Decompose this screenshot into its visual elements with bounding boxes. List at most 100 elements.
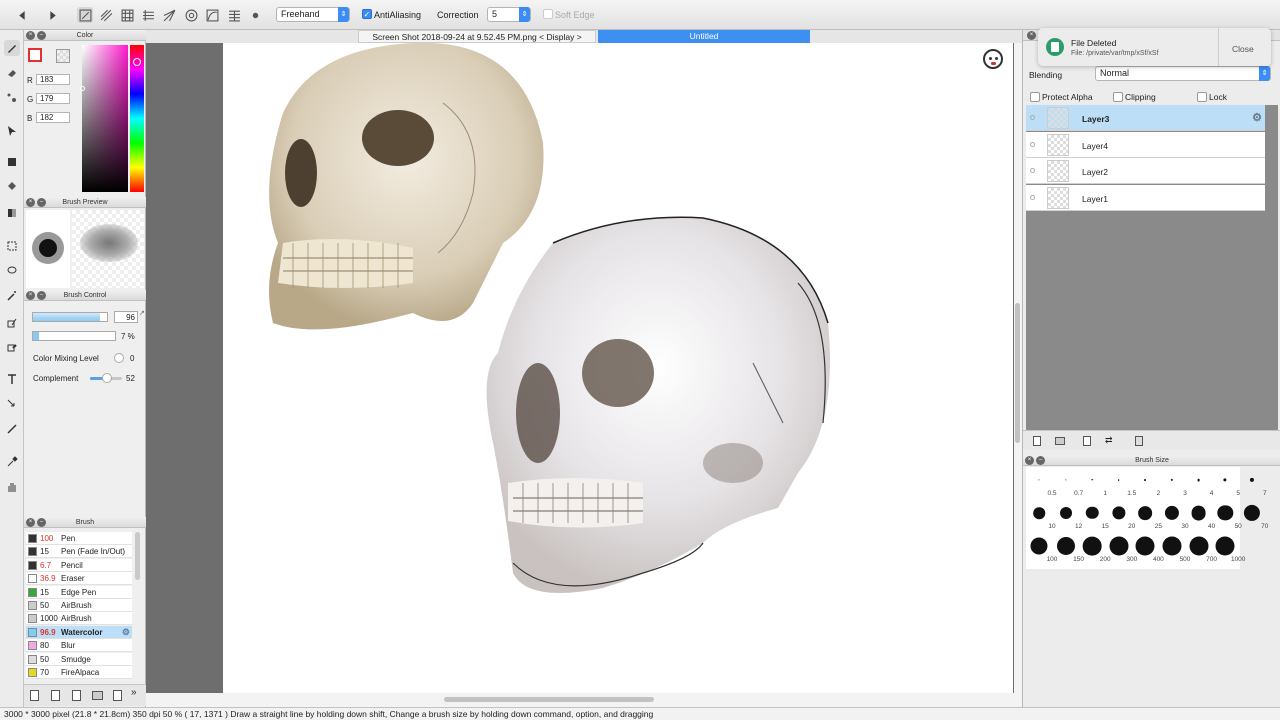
brush-item[interactable]: 70 FireAlpaca (26, 666, 132, 679)
divide-tool-icon[interactable] (4, 421, 20, 437)
brush-size-option[interactable]: 7 (1239, 467, 1267, 498)
transparent-color-swatch[interactable] (56, 49, 70, 63)
complement-slider-handle[interactable] (102, 373, 112, 383)
new-layer-icon[interactable] (1033, 436, 1041, 446)
gradient-tool-icon[interactable] (4, 205, 20, 221)
layer-settings-icon[interactable]: ⚙ (1252, 111, 1262, 124)
brush-tool-icon[interactable] (4, 40, 20, 56)
export-brush-icon[interactable] (113, 690, 122, 701)
minimize-icon[interactable]: – (37, 31, 46, 40)
close-icon[interactable]: × (1025, 456, 1034, 465)
primary-color-swatch[interactable] (28, 48, 42, 62)
canvas-vertical-scrollbar[interactable] (1014, 43, 1022, 693)
brush-size-option[interactable]: 12 (1053, 500, 1082, 531)
new-folder-icon[interactable] (1055, 437, 1065, 445)
undo-icon[interactable] (14, 7, 30, 23)
snap-settings-icon[interactable] (247, 7, 263, 23)
operation-tool-icon[interactable] (4, 396, 20, 412)
hand-tool-icon[interactable] (4, 479, 20, 495)
brush-size-option[interactable]: 1 (1079, 467, 1107, 498)
brush-size-option[interactable]: 150 (1053, 533, 1084, 564)
brush-size-value[interactable]: 96 (114, 311, 138, 323)
visibility-icon[interactable] (1030, 141, 1035, 147)
minimize-icon[interactable]: – (37, 291, 46, 300)
select-tool-icon[interactable] (4, 238, 20, 254)
canvas-area[interactable] (146, 43, 1022, 693)
brush-size-option[interactable]: 100 (1026, 533, 1057, 564)
brush-size-option[interactable]: 20 (1106, 500, 1135, 531)
brush-opacity-slider[interactable] (32, 331, 116, 341)
layer-row[interactable]: Layer4 (1026, 131, 1265, 158)
tab-untitled[interactable]: Untitled (598, 30, 810, 43)
soft-edge-checkbox[interactable] (543, 9, 553, 19)
visibility-icon[interactable] (1030, 115, 1035, 120)
close-icon[interactable]: × (26, 291, 35, 300)
brush-size-option[interactable]: 500 (1159, 533, 1190, 564)
brush-item[interactable]: 50 AirBrush (26, 599, 132, 612)
brush-size-option[interactable]: 70 (1239, 500, 1268, 531)
brush-size-slider[interactable] (32, 312, 108, 322)
brush-item[interactable]: 80 Blur (26, 639, 132, 653)
b-value-field[interactable]: 182 (36, 112, 70, 123)
blending-mode-select[interactable]: Normal ⇕ (1095, 66, 1271, 81)
parallel-snap-icon[interactable] (98, 7, 114, 23)
select-eraser-tool-icon[interactable] (4, 339, 20, 355)
brush-item[interactable]: 15 Edge Pen (26, 585, 132, 599)
brush-size-option[interactable]: 10 (1026, 500, 1056, 531)
brush-size-option[interactable]: 0.7 (1053, 467, 1083, 498)
brush-size-option[interactable]: 400 (1132, 533, 1164, 564)
brush-size-option[interactable]: 30 (1159, 500, 1189, 531)
fill-rect-tool-icon[interactable] (4, 154, 20, 170)
close-icon[interactable]: × (1027, 31, 1036, 40)
brush-item[interactable]: 50 Smudge (26, 652, 132, 666)
visibility-icon[interactable] (1030, 195, 1035, 201)
brush-size-option[interactable]: 0.5 (1026, 467, 1057, 498)
brush-folder-icon[interactable] (92, 691, 103, 700)
brush-item[interactable]: 96.9 Watercolor ⚙ (26, 625, 132, 639)
layer-row[interactable]: Layer3 ⚙ (1026, 105, 1265, 131)
hue-slider-handle[interactable] (133, 58, 141, 66)
crisscross-snap-icon[interactable] (140, 7, 156, 23)
circle-snap-icon[interactable] (183, 7, 199, 23)
drawing-canvas[interactable] (223, 43, 1013, 693)
brush-item[interactable]: 15 Pen (Fade In/Out) (26, 545, 132, 559)
new-brush-icon[interactable] (30, 690, 39, 701)
brush-size-option[interactable]: 40 (1186, 500, 1215, 531)
brush-item[interactable]: 36.9 Eraser (26, 572, 132, 586)
duplicate-brush-icon[interactable] (72, 690, 81, 701)
brush-item[interactable]: 1000 AirBrush (26, 612, 132, 626)
radial-snap-icon[interactable] (161, 7, 177, 23)
edit-brush-icon[interactable] (51, 690, 60, 701)
dot-tool-icon[interactable] (4, 90, 20, 106)
notification-close-button[interactable]: Close (1232, 44, 1254, 54)
brush-size-option[interactable]: 50 (1212, 500, 1242, 531)
close-icon[interactable]: × (26, 31, 35, 40)
layer-row[interactable]: Layer1 (1026, 185, 1265, 212)
select-pen-tool-icon[interactable] (4, 315, 20, 331)
brush-size-option[interactable]: 3 (1159, 467, 1187, 498)
perspective-snap-icon[interactable] (226, 7, 242, 23)
g-value-field[interactable]: 179 (36, 93, 70, 104)
saturation-value-picker[interactable] (82, 45, 128, 192)
brush-size-option[interactable]: 1000 (1212, 533, 1245, 564)
lock-checkbox[interactable] (1197, 92, 1207, 102)
move-tool-icon[interactable] (4, 123, 20, 139)
brush-list-scrollbar[interactable] (135, 532, 140, 580)
canvas-horizontal-scrollbar[interactable] (146, 693, 1022, 707)
grid-snap-icon[interactable] (119, 7, 135, 23)
file-deleted-notification[interactable]: File Deleted File: /private/var/tmp/xSf/… (1038, 28, 1271, 66)
close-icon[interactable]: × (26, 198, 35, 207)
magic-wand-tool-icon[interactable] (4, 288, 20, 304)
text-tool-icon[interactable] (4, 371, 20, 387)
brush-size-option[interactable]: 700 (1186, 533, 1217, 564)
minimize-icon[interactable]: – (37, 198, 46, 207)
brush-settings-icon[interactable]: ⚙ (122, 626, 130, 639)
brush-size-option[interactable]: 4 (1186, 467, 1213, 498)
brush-item[interactable]: 100 Pen (26, 532, 132, 545)
minimize-icon[interactable]: – (1036, 456, 1045, 465)
brush-size-option[interactable]: 2 (1132, 467, 1160, 498)
antialiasing-checkbox[interactable]: ✓ (362, 9, 372, 19)
bucket-tool-icon[interactable] (4, 178, 20, 194)
correction-select[interactable]: 5 ⇕ (487, 7, 531, 22)
brush-item[interactable]: 6.7 Pencil (26, 558, 132, 572)
